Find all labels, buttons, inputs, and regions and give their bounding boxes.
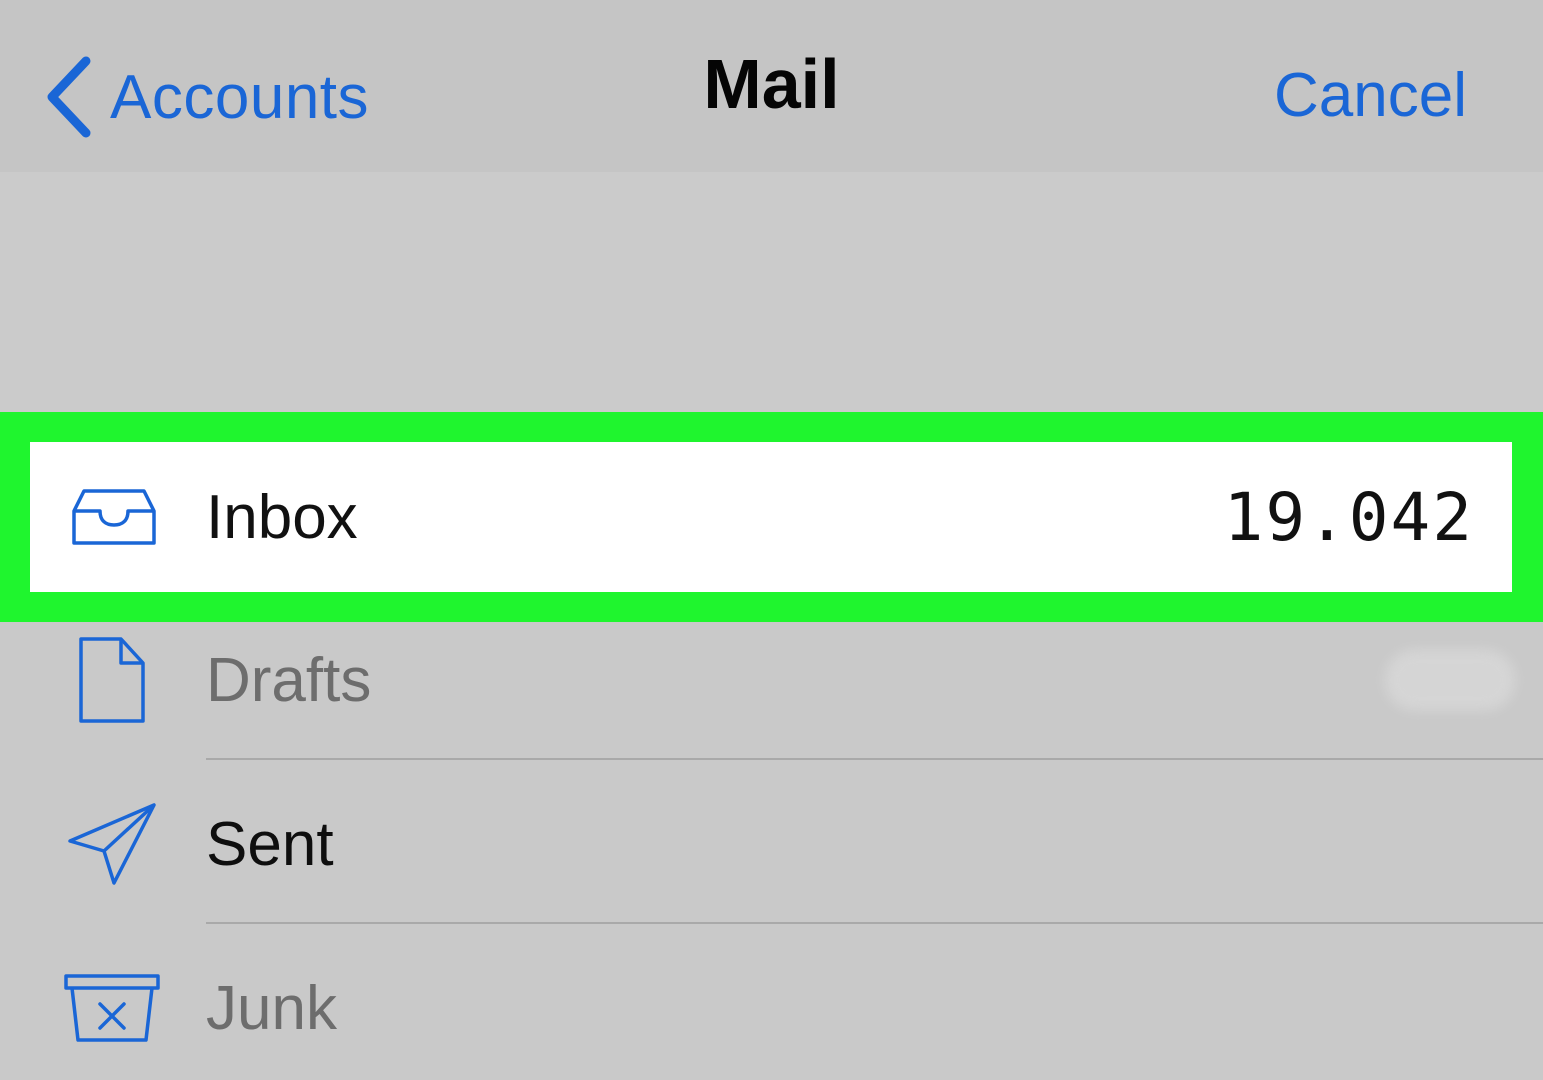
mailbox-label-inbox: Inbox: [206, 482, 358, 552]
document-icon: [62, 630, 162, 730]
navigation-bar: Accounts Mail Cancel: [0, 0, 1543, 172]
mailbox-row-drafts[interactable]: Drafts: [0, 598, 1543, 762]
row-separator: [206, 922, 1543, 924]
unread-count-badge: 19.042: [1223, 478, 1474, 556]
mailbox-label-junk: Junk: [206, 973, 337, 1043]
mailbox-row-inbox[interactable]: Inbox 19.042: [30, 442, 1512, 592]
section-header-spacer: [0, 172, 1543, 412]
mail-mailboxes-screen: Accounts Mail Cancel Inbox 19.042 Drafts: [0, 0, 1543, 1080]
inbox-tray-icon: [64, 467, 164, 567]
mailbox-row-sent[interactable]: Sent: [0, 762, 1543, 926]
mailbox-label-drafts: Drafts: [206, 645, 372, 715]
row-separator: [206, 758, 1543, 760]
paper-plane-icon: [62, 794, 162, 894]
mailbox-row-junk[interactable]: Junk: [0, 926, 1543, 1080]
blurred-count: [1385, 650, 1515, 710]
junk-bin-icon: [62, 958, 162, 1058]
cancel-button[interactable]: Cancel: [1274, 60, 1467, 131]
mailbox-label-sent: Sent: [206, 809, 334, 879]
